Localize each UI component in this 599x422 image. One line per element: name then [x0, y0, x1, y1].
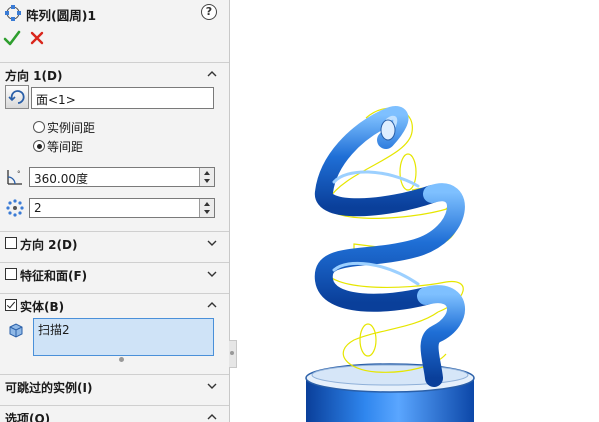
- instance-count-value: 2: [34, 201, 42, 215]
- cancel-button[interactable]: [28, 28, 46, 48]
- spin-down-icon[interactable]: [203, 177, 211, 185]
- count-spinner[interactable]: [199, 199, 214, 217]
- radio-label: 等间距: [47, 140, 84, 154]
- angle-row: ° 360.00度: [5, 167, 215, 187]
- radio-dot: [33, 121, 45, 133]
- spin-down-icon[interactable]: [203, 208, 211, 216]
- chevron-down-icon[interactable]: [206, 380, 218, 392]
- radio-equal-spacing[interactable]: 等间距: [33, 138, 183, 154]
- spin-up-icon[interactable]: [203, 169, 211, 177]
- graphics-viewport[interactable]: [236, 0, 599, 422]
- feature-titlebar: 阵列(圆周)1 ?: [0, 0, 229, 26]
- section-header-bodies[interactable]: 实体(B): [0, 293, 229, 316]
- direction2-checkbox[interactable]: [5, 237, 17, 249]
- feature-title: 阵列(圆周)1: [26, 8, 97, 23]
- property-manager-panel: 阵列(圆周)1 ? 方向 1(D) 面<1> 实例间距 等间距 ° 360.00…: [0, 0, 230, 422]
- spring-body[interactable]: [314, 106, 465, 387]
- angle-icon: °: [7, 170, 22, 185]
- features-faces-checkbox[interactable]: [5, 268, 17, 280]
- section-header-direction2[interactable]: 方向 2(D): [0, 231, 229, 254]
- spin-up-icon[interactable]: [203, 200, 211, 208]
- section-label-skip-instances: 可跳过的实例(I): [5, 381, 93, 395]
- radio-instance-spacing[interactable]: 实例间距: [33, 119, 183, 135]
- section-label-features-faces: 特征和面(F): [20, 269, 88, 283]
- radio-dot-selected: [33, 140, 45, 152]
- count-row: 2: [5, 198, 215, 218]
- angle-spinner[interactable]: [199, 168, 214, 186]
- chevron-up-icon[interactable]: [206, 68, 218, 80]
- ok-button[interactable]: [3, 28, 21, 48]
- bodies-checkbox[interactable]: [5, 299, 17, 311]
- section-header-features-faces[interactable]: 特征和面(F): [0, 262, 229, 285]
- section-label-bodies: 实体(B): [20, 300, 65, 314]
- angle-input[interactable]: 360.00度: [29, 167, 215, 187]
- section-header-options[interactable]: 选项(O): [0, 405, 229, 422]
- body-list-item[interactable]: 扫描2: [38, 321, 70, 338]
- help-icon[interactable]: ?: [201, 4, 217, 20]
- section-label-direction1: 方向 1(D): [5, 69, 63, 83]
- chevron-up-icon[interactable]: [206, 299, 218, 311]
- svg-text:°: °: [17, 170, 21, 178]
- section-header-skip-instances[interactable]: 可跳过的实例(I): [0, 374, 229, 397]
- instance-count-input[interactable]: 2: [29, 198, 215, 218]
- solid-body-icon: [9, 323, 23, 338]
- pattern-axis-value: 面<1>: [36, 93, 76, 107]
- reverse-direction-button[interactable]: [5, 85, 29, 109]
- circular-pattern-icon: [5, 5, 21, 21]
- rotate-direction-icon: [8, 90, 25, 104]
- angle-value: 360.00度: [34, 172, 88, 186]
- section-header-direction1[interactable]: 方向 1(D): [0, 62, 229, 85]
- chevron-down-icon[interactable]: [206, 268, 218, 280]
- pattern-axis-field[interactable]: 面<1>: [31, 87, 214, 109]
- section-label-options: 选项(O): [5, 412, 51, 422]
- list-resize-handle[interactable]: [119, 357, 124, 362]
- chevron-down-icon[interactable]: [206, 237, 218, 249]
- chevron-up-icon[interactable]: [206, 411, 218, 422]
- radio-label: 实例间距: [47, 121, 96, 135]
- bodies-selection-list[interactable]: 扫描2: [33, 318, 214, 356]
- section-label-direction2: 方向 2(D): [20, 238, 78, 252]
- instance-count-icon: [6, 199, 24, 217]
